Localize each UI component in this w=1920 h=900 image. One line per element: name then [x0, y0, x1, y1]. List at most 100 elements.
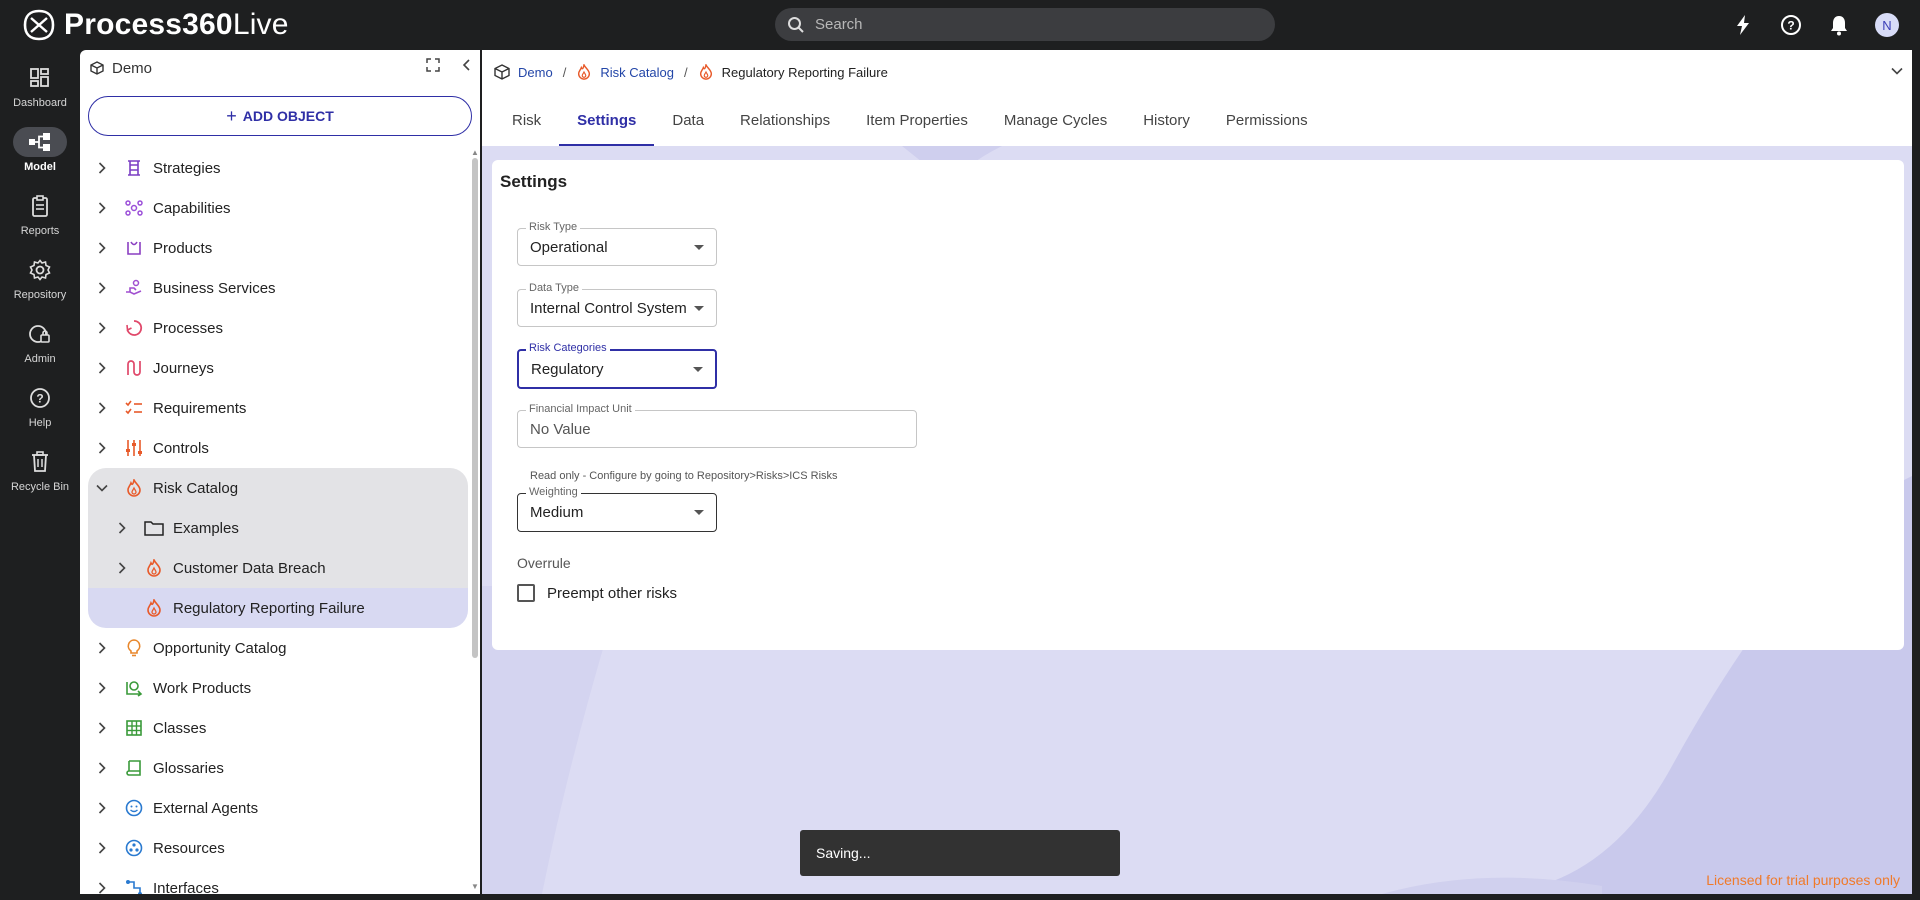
admin-icon	[13, 319, 67, 349]
chevron-right-icon[interactable]	[95, 361, 109, 375]
rail-repository[interactable]: Repository	[0, 255, 80, 315]
reports-icon	[13, 191, 67, 221]
chevron-right-icon[interactable]	[95, 881, 109, 894]
risk-flame-icon	[124, 478, 144, 498]
risk-type-select[interactable]: Risk Type Operational	[517, 221, 717, 266]
weighting-select[interactable]: Weighting Medium	[517, 486, 717, 532]
tree-item-examples[interactable]: Examples	[88, 508, 468, 548]
detail-tabs: Risk Settings Data Relationships Item Pr…	[494, 94, 1326, 146]
rail-model[interactable]: Model	[0, 127, 80, 187]
tab-risk[interactable]: Risk	[494, 94, 559, 146]
tree-item-strategies[interactable]: Strategies	[88, 148, 468, 188]
chevron-right-icon[interactable]	[95, 801, 109, 815]
tree-item-requirements[interactable]: Requirements	[88, 388, 468, 428]
sliders-icon	[124, 438, 144, 458]
tree-item-risk-catalog[interactable]: Risk Catalog	[88, 468, 468, 508]
tree-item-products[interactable]: Products	[88, 228, 468, 268]
help-circle-icon[interactable]: ?	[1778, 12, 1804, 38]
tab-settings[interactable]: Settings	[559, 94, 655, 146]
user-avatar[interactable]: N	[1875, 13, 1899, 37]
tree-item-opportunity-catalog[interactable]: Opportunity Catalog	[88, 628, 468, 668]
tree-item-business-services[interactable]: Business Services	[88, 268, 468, 308]
chevron-right-icon[interactable]	[95, 281, 109, 295]
field-value: Regulatory	[531, 361, 604, 378]
chevron-right-icon[interactable]	[95, 641, 109, 655]
add-object-button[interactable]: + ADD OBJECT	[88, 96, 472, 136]
tree-item-glossaries[interactable]: Glossaries	[88, 748, 468, 788]
scrollbar-thumb[interactable]	[472, 158, 478, 658]
preempt-other-risks-checkbox[interactable]	[517, 584, 535, 602]
dropdown-caret-icon	[694, 510, 704, 515]
search-input[interactable]	[815, 16, 1235, 33]
chevron-right-icon[interactable]	[95, 241, 109, 255]
chevron-right-icon[interactable]	[95, 201, 109, 215]
field-label: Risk Categories	[526, 342, 610, 354]
top-bar: Process360Live ? N	[0, 0, 1920, 49]
settings-card: Settings Risk Type Operational Data Type…	[492, 160, 1904, 650]
brand-bold: Process360	[64, 8, 233, 41]
tree-item-processes[interactable]: Processes	[88, 308, 468, 348]
notification-bell-icon[interactable]	[1826, 12, 1852, 38]
search-bar[interactable]	[775, 8, 1275, 41]
tab-relationships[interactable]: Relationships	[722, 94, 848, 146]
expand-icon[interactable]	[426, 58, 440, 72]
rail-recycle-bin[interactable]: Recycle Bin	[0, 447, 80, 507]
tree-item-controls[interactable]: Controls	[88, 428, 468, 468]
rail-help[interactable]: ? Help	[0, 383, 80, 443]
brand-light: Live	[232, 8, 289, 41]
breadcrumb-root-link[interactable]: Demo	[518, 65, 553, 80]
tree-item-interfaces[interactable]: Interfaces	[88, 868, 468, 894]
chevron-right-icon[interactable]	[95, 841, 109, 855]
tree-item-journeys[interactable]: Journeys	[88, 348, 468, 388]
nav-rail: Dashboard Model Reports Repository Admin…	[0, 49, 80, 900]
risk-categories-select[interactable]: Risk Categories Regulatory	[517, 342, 717, 389]
tree-item-external-agents[interactable]: External Agents	[88, 788, 468, 828]
chevron-right-icon[interactable]	[95, 441, 109, 455]
tree-item-capabilities[interactable]: Capabilities	[88, 188, 468, 228]
svg-text:?: ?	[1787, 19, 1794, 33]
tab-item-properties[interactable]: Item Properties	[848, 94, 986, 146]
chevron-right-icon[interactable]	[115, 521, 129, 535]
chevron-right-icon[interactable]	[95, 681, 109, 695]
tab-data[interactable]: Data	[654, 94, 722, 146]
chevron-right-icon[interactable]	[95, 401, 109, 415]
tree-item-classes[interactable]: Classes	[88, 708, 468, 748]
lightning-icon[interactable]	[1730, 12, 1756, 38]
tree-item-resources[interactable]: Resources	[88, 828, 468, 868]
rail-label: Admin	[24, 353, 56, 365]
field-value: Internal Control System	[530, 300, 687, 317]
chevron-down-icon[interactable]	[1890, 64, 1904, 78]
add-object-label: ADD OBJECT	[242, 108, 334, 124]
tab-history[interactable]: History	[1125, 94, 1208, 146]
tab-manage-cycles[interactable]: Manage Cycles	[986, 94, 1125, 146]
tree-item-regulatory-reporting-failure[interactable]: Regulatory Reporting Failure	[88, 588, 468, 628]
rail-dashboard[interactable]: Dashboard	[0, 63, 80, 123]
rail-admin[interactable]: Admin	[0, 319, 80, 379]
checkbox-label: Preempt other risks	[547, 584, 678, 602]
work-product-icon	[124, 678, 144, 698]
rail-reports[interactable]: Reports	[0, 191, 80, 251]
svg-text:?: ?	[36, 392, 43, 406]
scroll-up-arrow-icon[interactable]: ▲	[471, 148, 479, 157]
journey-icon	[124, 358, 144, 378]
chevron-right-icon[interactable]	[95, 761, 109, 775]
tree-item-customer-data-breach[interactable]: Customer Data Breach	[88, 548, 468, 588]
data-type-select[interactable]: Data Type Internal Control System	[517, 282, 717, 327]
tree-item-work-products[interactable]: Work Products	[88, 668, 468, 708]
tree-item-label: Risk Catalog	[153, 479, 239, 497]
tree-item-label: Capabilities	[153, 199, 231, 217]
chevron-down-icon[interactable]	[95, 481, 109, 495]
risk-flame-icon	[144, 598, 164, 618]
chevron-right-icon[interactable]	[95, 721, 109, 735]
tree-item-label: Business Services	[153, 279, 276, 297]
chevron-right-icon[interactable]	[95, 161, 109, 175]
app-logo[interactable]: Process360Live	[22, 8, 289, 42]
tree-scrollbar[interactable]: ▲ ▼	[470, 148, 480, 894]
preempt-other-risks-checkbox-row[interactable]: Preempt other risks	[517, 584, 677, 602]
scroll-down-arrow-icon[interactable]: ▼	[471, 882, 479, 891]
collapse-panel-icon[interactable]	[460, 58, 474, 72]
tab-permissions[interactable]: Permissions	[1208, 94, 1326, 146]
chevron-right-icon[interactable]	[115, 561, 129, 575]
chevron-right-icon[interactable]	[95, 321, 109, 335]
breadcrumb-parent-link[interactable]: Risk Catalog	[600, 65, 674, 80]
